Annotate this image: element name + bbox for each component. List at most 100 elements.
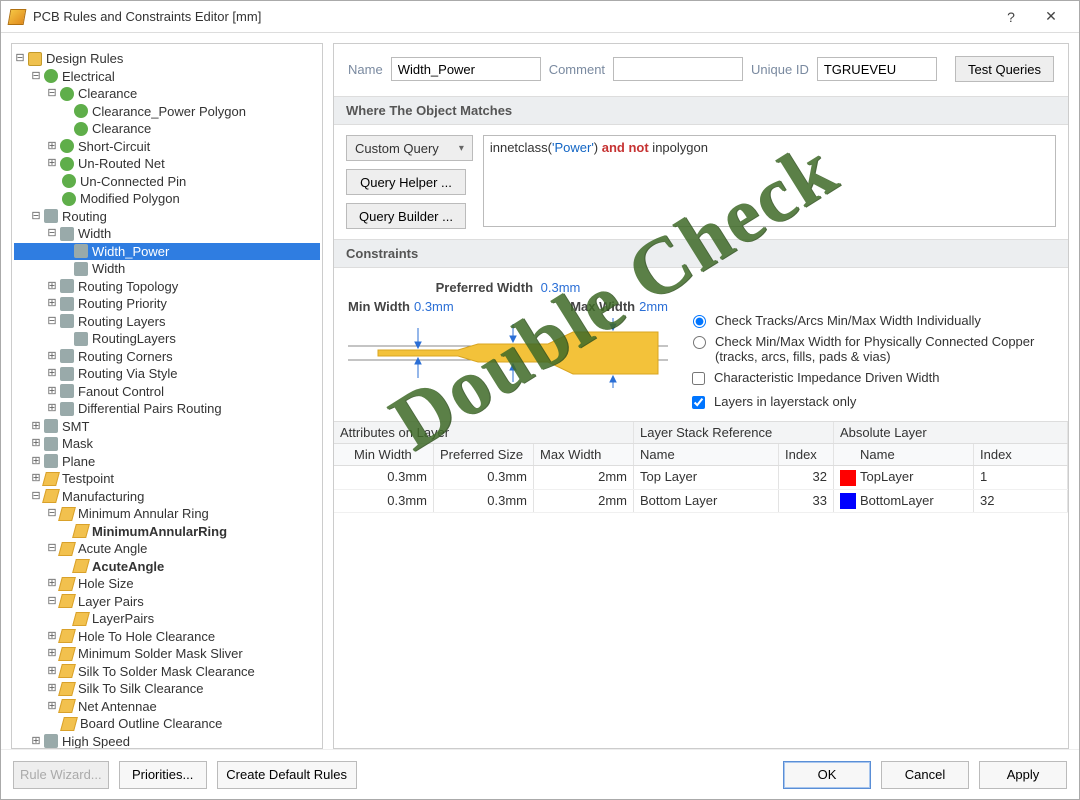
comment-label: Comment	[549, 62, 605, 77]
name-label: Name	[348, 62, 383, 77]
tree-item[interactable]: Routing Topology	[78, 278, 178, 296]
opt-label: Check Tracks/Arcs Min/Max Width Individu…	[715, 313, 981, 328]
tree-item[interactable]: Clearance	[92, 120, 151, 138]
tree-item[interactable]: Routing Corners	[78, 348, 173, 366]
col-max[interactable]: Max Width	[534, 444, 634, 465]
pref-width-label: Preferred Width	[436, 280, 533, 295]
tree-item[interactable]: Short-Circuit	[78, 138, 150, 156]
opt-label: Characteristic Impedance Driven Width	[714, 370, 939, 385]
match-mode-value: Custom Query	[355, 141, 439, 156]
max-width-label: Max Width	[570, 299, 635, 314]
tree-item[interactable]: RoutingLayers	[92, 330, 176, 348]
rule-icon	[74, 244, 88, 258]
max-width-value[interactable]: 2mm	[639, 299, 668, 314]
tree-width[interactable]: Width	[78, 225, 111, 243]
min-width-label: Min Width	[348, 299, 410, 314]
layer-color-chip	[840, 493, 856, 509]
uid-label: Unique ID	[751, 62, 809, 77]
tree-item[interactable]: Routing Layers	[78, 313, 165, 331]
pref-width-value[interactable]: 0.3mm	[541, 280, 581, 295]
tree-item[interactable]: Un-Connected Pin	[80, 173, 186, 191]
comment-input[interactable]	[613, 57, 743, 81]
rule-wizard-button: Rule Wizard...	[13, 761, 109, 789]
tree-item[interactable]: High Speed	[62, 733, 130, 750]
rule-detail-panel: Name Comment Unique ID Test Queries Wher…	[333, 43, 1069, 749]
tree-clearance[interactable]: Clearance	[78, 85, 137, 103]
layerstack-checkbox[interactable]	[692, 396, 705, 409]
tree-item[interactable]: Board Outline Clearance	[80, 715, 222, 733]
tree-item[interactable]: Routing Via Style	[78, 365, 178, 383]
col-group: Layer Stack Reference	[634, 422, 834, 443]
help-button[interactable]: ?	[991, 9, 1031, 25]
tree-item[interactable]: Hole To Hole Clearance	[78, 628, 215, 646]
layer-color-chip	[840, 470, 856, 486]
tree-item[interactable]: Silk To Silk Clearance	[78, 680, 203, 698]
query-builder-button[interactable]: Query Builder ...	[346, 203, 466, 229]
col-group: Attributes on Layer	[334, 422, 634, 443]
tree-routing[interactable]: Routing	[62, 208, 107, 226]
tree-item[interactable]: MinimumAnnularRing	[92, 523, 227, 541]
col-group: Absolute Layer	[834, 422, 1068, 443]
dialog-window: PCB Rules and Constraints Editor [mm] ? …	[0, 0, 1080, 800]
impedance-checkbox[interactable]	[692, 372, 705, 385]
tree-item-selected[interactable]: Width_Power	[92, 243, 169, 261]
track-shape-icon	[348, 318, 668, 388]
ok-button[interactable]: OK	[783, 761, 871, 789]
tree-item[interactable]: Manufacturing	[62, 488, 144, 506]
tree-item[interactable]: SMT	[62, 418, 89, 436]
tree-item[interactable]: Differential Pairs Routing	[78, 400, 222, 418]
table-row[interactable]: 0.3mm0.3mm2mmBottom Layer33BottomLayer32	[334, 490, 1068, 514]
col-index2[interactable]: Index	[974, 444, 1068, 465]
col-pref[interactable]: Preferred Size	[434, 444, 534, 465]
tree-item[interactable]: Mask	[62, 435, 93, 453]
tree-item[interactable]: Layer Pairs	[78, 593, 144, 611]
close-button[interactable]: ✕	[1031, 8, 1071, 25]
constraint-options: Check Tracks/Arcs Min/Max Width Individu…	[688, 280, 1054, 415]
query-textbox[interactable]: innetclass('Power') and not inpolygon	[483, 135, 1056, 227]
cancel-button[interactable]: Cancel	[881, 761, 969, 789]
check-individually-radio[interactable]	[693, 315, 706, 328]
tree-item[interactable]: Plane	[62, 453, 95, 471]
tree-item[interactable]: Hole Size	[78, 575, 134, 593]
layer-table: Attributes on Layer Layer Stack Referenc…	[334, 421, 1068, 513]
col-index[interactable]: Index	[779, 444, 834, 465]
tree-item[interactable]: Routing Priority	[78, 295, 167, 313]
match-section-header: Where The Object Matches	[334, 96, 1068, 125]
titlebar: PCB Rules and Constraints Editor [mm] ? …	[1, 1, 1079, 33]
create-default-rules-button[interactable]: Create Default Rules	[217, 761, 357, 789]
chevron-down-icon: ▾	[459, 143, 464, 154]
window-title: PCB Rules and Constraints Editor [mm]	[33, 9, 991, 24]
col-name2[interactable]: Name	[834, 444, 974, 465]
uid-input[interactable]	[817, 57, 937, 81]
tree-item[interactable]: Modified Polygon	[80, 190, 180, 208]
tree-item[interactable]: Un-Routed Net	[78, 155, 165, 173]
tree-item[interactable]: Testpoint	[62, 470, 114, 488]
tree-item[interactable]: Width	[92, 260, 125, 278]
priorities-button[interactable]: Priorities...	[119, 761, 207, 789]
query-helper-button[interactable]: Query Helper ...	[346, 169, 466, 195]
tree-item[interactable]: Silk To Solder Mask Clearance	[78, 663, 255, 681]
tree-item[interactable]: Acute Angle	[78, 540, 147, 558]
name-input[interactable]	[391, 57, 541, 81]
rules-tree[interactable]: ⊟Design Rules ⊟Electrical ⊟Clearance Cle…	[14, 50, 320, 749]
tree-item[interactable]: Minimum Solder Mask Sliver	[78, 645, 243, 663]
app-icon	[8, 9, 27, 25]
col-min[interactable]: Min Width	[334, 444, 434, 465]
tree-item[interactable]: AcuteAngle	[92, 558, 164, 576]
min-width-value[interactable]: 0.3mm	[414, 299, 454, 314]
opt-label: Check Min/Max Width for Physically Conne…	[715, 334, 1034, 364]
tree-electrical[interactable]: Electrical	[62, 68, 115, 86]
test-queries-button[interactable]: Test Queries	[955, 56, 1054, 82]
dialog-footer: Rule Wizard... Priorities... Create Defa…	[1, 749, 1079, 799]
tree-item[interactable]: Net Antennae	[78, 698, 157, 716]
apply-button[interactable]: Apply	[979, 761, 1067, 789]
check-connected-radio[interactable]	[693, 336, 706, 349]
tree-item[interactable]: LayerPairs	[92, 610, 154, 628]
tree-item[interactable]: Fanout Control	[78, 383, 164, 401]
tree-item[interactable]: Clearance_Power Polygon	[92, 103, 246, 121]
col-name[interactable]: Name	[634, 444, 779, 465]
table-row[interactable]: 0.3mm0.3mm2mmTop Layer32TopLayer1	[334, 466, 1068, 490]
match-mode-dropdown[interactable]: Custom Query ▾	[346, 135, 473, 161]
tree-item[interactable]: Minimum Annular Ring	[78, 505, 209, 523]
tree-root[interactable]: Design Rules	[46, 50, 123, 68]
